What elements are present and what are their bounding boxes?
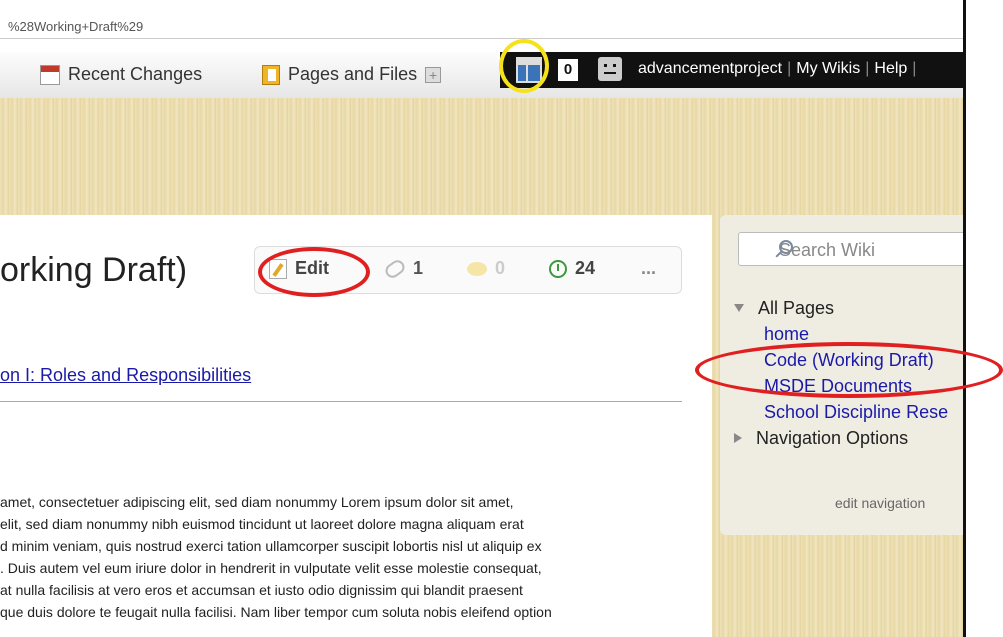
body-line: elit, sed diam nonummy nibh euismod tinc… <box>0 516 524 532</box>
notification-count[interactable]: 0 <box>558 59 578 81</box>
all-pages-toggle[interactable]: All Pages <box>734 295 948 321</box>
navigation-options-toggle[interactable]: Navigation Options <box>734 425 948 451</box>
expand-down-icon <box>734 304 744 312</box>
user-bar: 0 advancementproject | My Wikis | Help | <box>500 52 963 88</box>
separator: | <box>865 60 870 77</box>
comment-icon <box>467 261 487 276</box>
history-count: 24 <box>575 258 596 278</box>
history-button[interactable]: 24 <box>549 258 595 279</box>
links-count: 1 <box>413 258 424 278</box>
calendar-icon <box>40 64 60 85</box>
pages-and-files-button[interactable]: Pages and Files + <box>262 64 442 85</box>
separator: | <box>912 60 917 77</box>
browser-window: %28Working+Draft%29 Recent Changes Pages… <box>0 0 966 637</box>
comments-count: 0 <box>495 258 506 278</box>
body-text: amet, consectetuer adipiscing elit, sed … <box>0 491 690 623</box>
recent-changes-button[interactable]: Recent Changes <box>40 64 202 85</box>
annotation-red-oval-nav <box>695 342 1003 398</box>
body-line: d minim veniam, quis nostrud exerci tati… <box>0 538 542 554</box>
navigation-options-label: Navigation Options <box>756 427 909 448</box>
history-icon <box>549 259 567 278</box>
username-link[interactable]: advancementproject <box>638 60 782 77</box>
address-bar[interactable]: %28Working+Draft%29 <box>0 16 963 39</box>
annotation-yellow-circle <box>499 39 549 93</box>
body-line: at nulla facilisis at vero eros et accum… <box>0 582 523 598</box>
links-button[interactable]: 1 <box>382 257 424 280</box>
add-page-icon[interactable]: + <box>425 66 442 83</box>
help-link[interactable]: Help <box>874 60 907 77</box>
edit-navigation-link[interactable]: edit navigation <box>835 495 925 511</box>
divider <box>0 401 682 402</box>
folder-pages-icon <box>262 64 280 85</box>
nav-link-school-discipline[interactable]: School Discipline Rese <box>734 399 948 425</box>
browser-top-strip <box>0 0 963 17</box>
link-icon <box>382 257 408 280</box>
body-line: . Duis autem vel eum iriure dolor in hen… <box>0 560 542 576</box>
separator: | <box>787 60 792 77</box>
search-placeholder: Search Wiki <box>779 240 876 260</box>
comments-button[interactable]: 0 <box>467 258 505 279</box>
search-input[interactable]: Search Wiki <box>738 232 963 266</box>
body-line: amet, consectetuer adipiscing elit, sed … <box>0 494 514 510</box>
section-link[interactable]: on I: Roles and Responsibilities <box>0 365 251 386</box>
user-avatar-icon[interactable] <box>598 57 622 81</box>
pages-and-files-label: Pages and Files <box>288 64 418 84</box>
all-pages-label: All Pages <box>758 297 835 318</box>
more-button[interactable]: ... <box>641 258 656 279</box>
annotation-red-oval-edit <box>258 247 370 297</box>
recent-changes-label: Recent Changes <box>68 64 203 84</box>
address-text: %28Working+Draft%29 <box>8 19 144 34</box>
expand-right-icon <box>734 433 742 443</box>
user-links: advancementproject | My Wikis | Help | <box>638 60 921 78</box>
body-line: que duis dolore te feugait nulla facilis… <box>0 604 552 620</box>
page-title: orking Draft) <box>0 251 188 289</box>
my-wikis-link[interactable]: My Wikis <box>796 60 860 77</box>
